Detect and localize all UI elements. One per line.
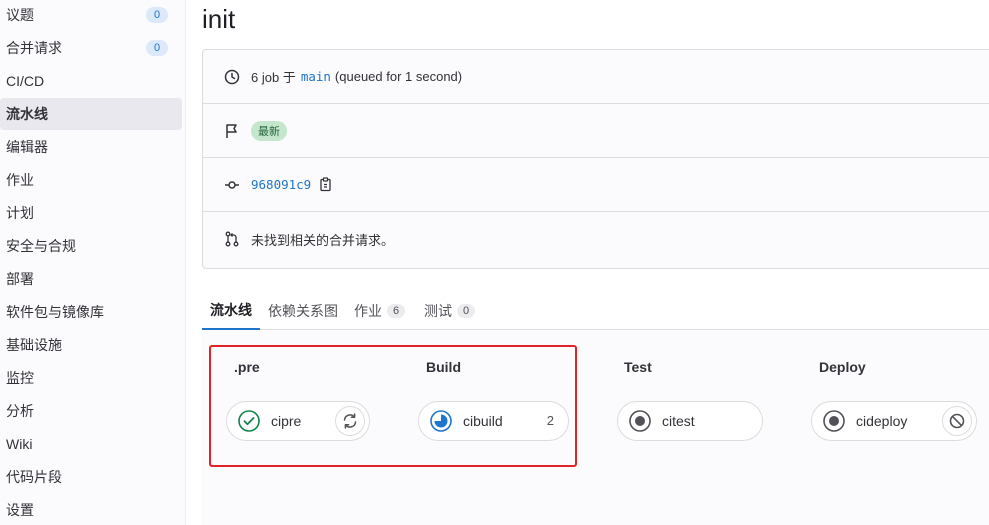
pipeline-jobs-row: 6 job 于 main (queued for 1 second) [203, 50, 989, 104]
branch-link[interactable]: main [301, 69, 331, 84]
sidebar-item-infrastructure[interactable]: 基础设施 [0, 329, 182, 361]
sidebar-item-editor[interactable]: 编辑器 [0, 131, 182, 163]
sidebar-item-label: 流水线 [6, 106, 48, 122]
tab-label: 测试 [424, 303, 452, 319]
sidebar-item-label: 作业 [6, 172, 34, 188]
status-created-icon [822, 409, 846, 433]
tab-pipeline[interactable]: 流水线 [202, 292, 260, 330]
status-created-icon [628, 409, 652, 433]
tab-label: 作业 [354, 303, 382, 319]
sidebar-item-label: 计划 [6, 205, 34, 221]
sidebar-item-label: 设置 [6, 502, 34, 518]
sidebar-item-label: 安全与合规 [6, 238, 76, 254]
sidebar: 议题 0 合并请求 0 CI/CD 流水线 编辑器 作业 计划 安全与合规 部署… [0, 0, 186, 525]
sidebar-item-security[interactable]: 安全与合规 [0, 230, 182, 262]
sidebar-item-label: 软件包与镜像库 [6, 304, 104, 320]
page-title: init [202, 4, 236, 34]
sidebar-item-pipelines[interactable]: 流水线 [0, 98, 182, 130]
sidebar-item-packages[interactable]: 软件包与镜像库 [0, 296, 182, 328]
issues-count-badge: 0 [146, 7, 168, 23]
pipeline-info-box: 6 job 于 main (queued for 1 second) 最新 96… [202, 49, 989, 269]
sidebar-item-jobs[interactable]: 作业 [0, 164, 182, 196]
job-cideploy[interactable]: cideploy [811, 401, 977, 441]
sidebar-item-wiki[interactable]: Wiki [0, 428, 182, 460]
stage-title-deploy: Deploy [819, 359, 866, 375]
sidebar-item-deployments[interactable]: 部署 [0, 263, 182, 295]
tab-label: 依赖关系图 [268, 303, 338, 319]
pipeline-commit-row: 968091c9 [203, 158, 989, 212]
pipeline-mr-row: 未找到相关的合并请求。 [203, 212, 989, 266]
sidebar-item-label: 代码片段 [6, 469, 62, 485]
sidebar-item-issues[interactable]: 议题 0 [0, 0, 182, 31]
copy-icon[interactable] [319, 177, 333, 192]
jobs-count-badge: 6 [387, 304, 406, 318]
clock-icon [223, 68, 241, 86]
job-name: cideploy [856, 413, 908, 429]
sidebar-item-label: 监控 [6, 370, 34, 386]
sidebar-item-label: 编辑器 [6, 139, 48, 155]
commit-icon [223, 176, 241, 194]
sidebar-item-snippets[interactable]: 代码片段 [0, 461, 182, 493]
sidebar-item-merge-requests[interactable]: 合并请求 0 [0, 32, 182, 64]
jobs-count-text: 6 job 于 [251, 70, 296, 85]
job-name: citest [662, 413, 695, 429]
sidebar-item-label: 议题 [6, 7, 34, 23]
sidebar-item-monitor[interactable]: 监控 [0, 362, 182, 394]
tab-tests[interactable]: 测试 0 [424, 292, 476, 330]
sidebar-item-settings[interactable]: 设置 [0, 494, 182, 525]
sidebar-item-label: Wiki [6, 436, 33, 452]
annotation-highlight-box [209, 345, 577, 467]
latest-badge: 最新 [251, 120, 287, 141]
sidebar-item-cicd[interactable]: CI/CD [0, 65, 182, 97]
pipeline-tabs: 流水线 依赖关系图 作业 6 测试 0 [202, 292, 989, 330]
sidebar-item-schedules[interactable]: 计划 [0, 197, 182, 229]
sidebar-item-analytics[interactable]: 分析 [0, 395, 182, 427]
sidebar-item-label: 合并请求 [6, 40, 62, 56]
stage-title-test: Test [624, 359, 652, 375]
cancel-icon[interactable] [942, 406, 972, 436]
sidebar-item-label: CI/CD [6, 73, 45, 89]
sidebar-item-label: 部署 [6, 271, 34, 287]
no-merge-request-text: 未找到相关的合并请求。 [251, 232, 395, 248]
merge-requests-count-badge: 0 [146, 40, 168, 56]
sidebar-item-label: 基础设施 [6, 337, 62, 353]
flag-icon [223, 122, 241, 140]
merge-request-icon [223, 230, 241, 248]
job-citest[interactable]: citest [617, 401, 763, 441]
tab-jobs[interactable]: 作业 6 [354, 292, 406, 330]
tab-label: 流水线 [210, 302, 252, 318]
tests-count-badge: 0 [457, 304, 476, 318]
sidebar-item-label: 分析 [6, 403, 34, 419]
tab-dependency-graph[interactable]: 依赖关系图 [268, 292, 338, 330]
commit-sha-link[interactable]: 968091c9 [251, 177, 311, 192]
queued-text: (queued for 1 second) [334, 69, 463, 84]
pipeline-badges-row: 最新 [203, 104, 989, 158]
